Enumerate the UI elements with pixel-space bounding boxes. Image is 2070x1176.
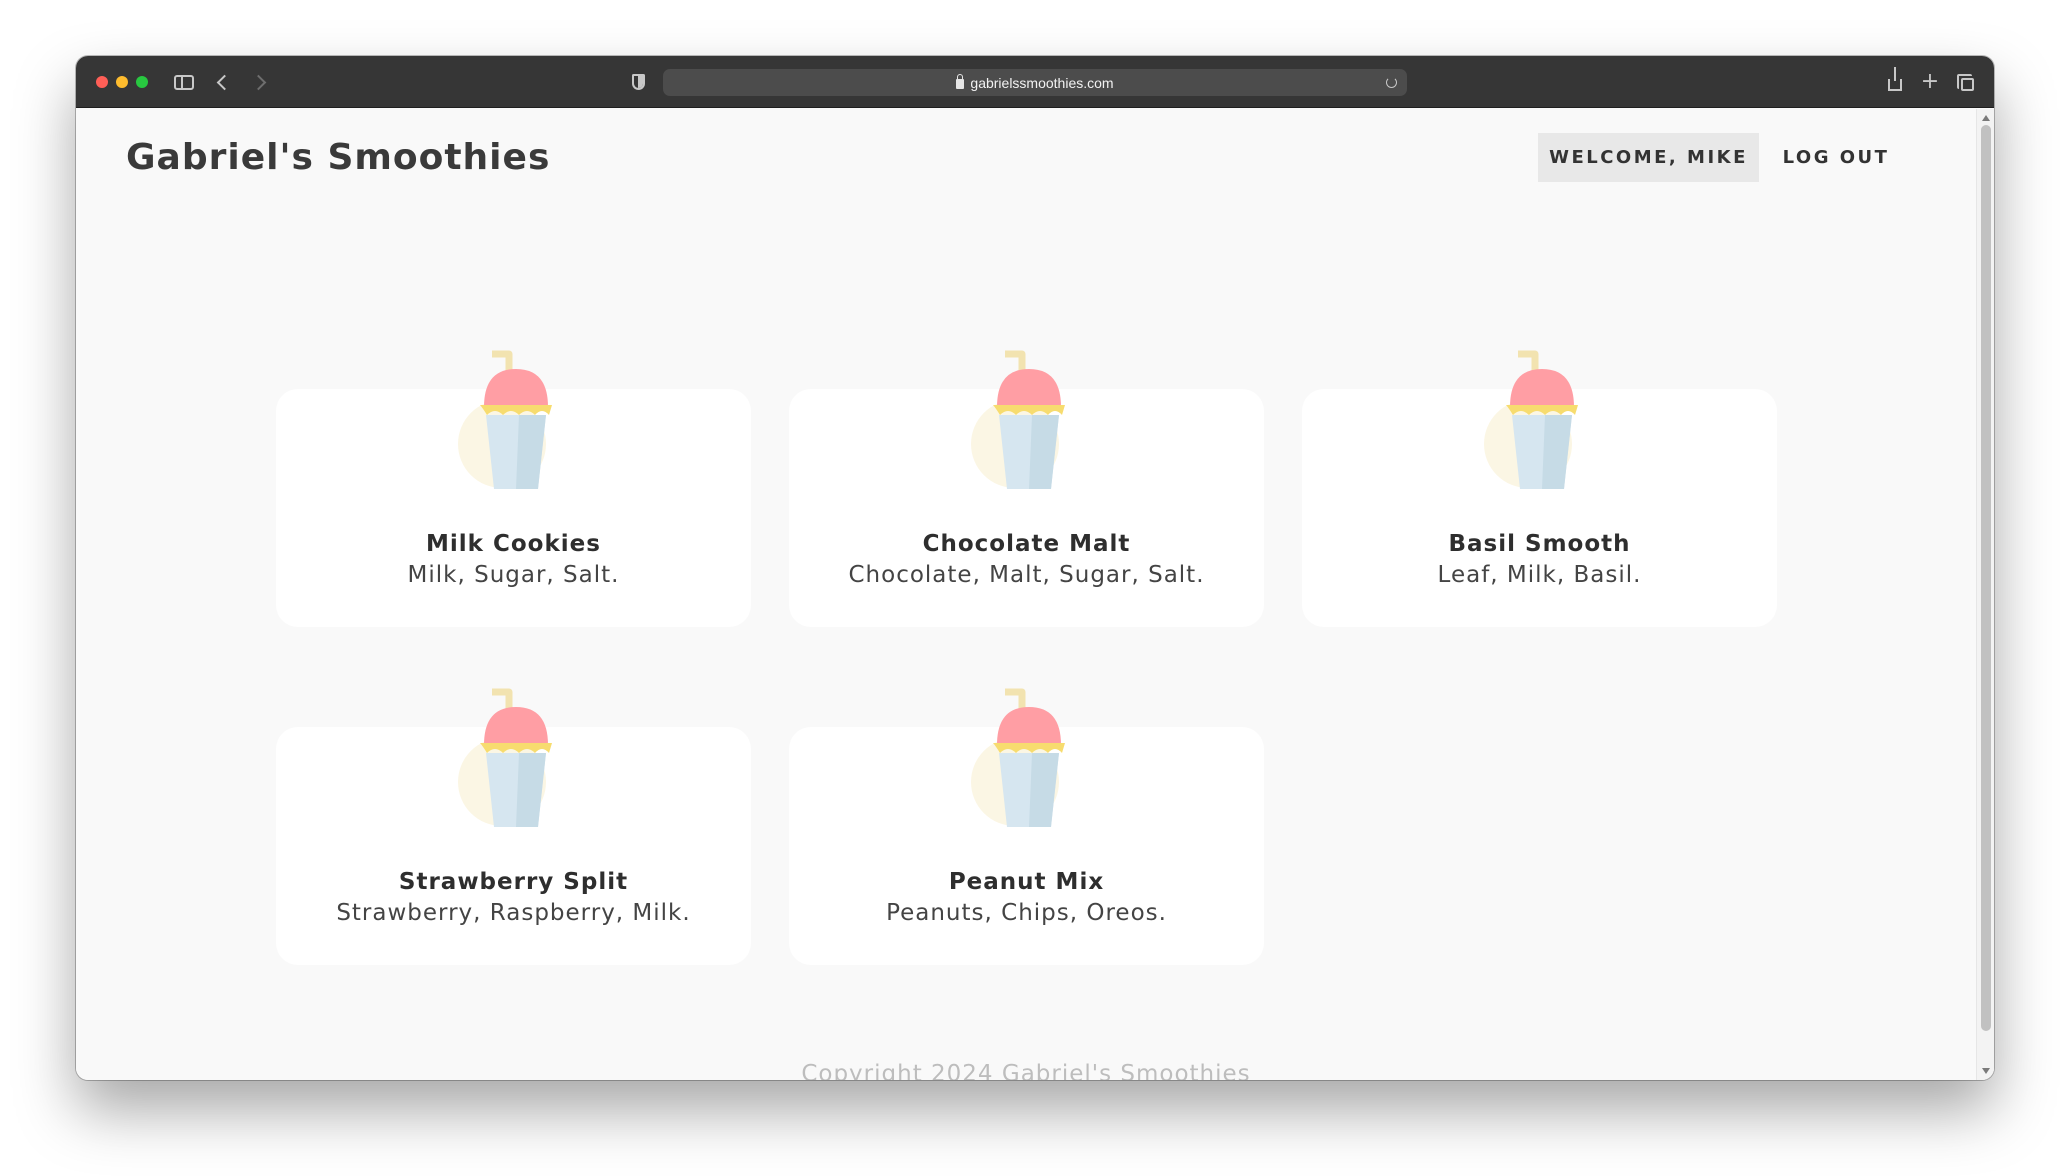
smoothie-ingredients: Leaf, Milk, Basil. <box>1437 562 1642 588</box>
site-title[interactable]: Gabriel's Smoothies <box>126 137 550 178</box>
close-window-button[interactable] <box>96 76 108 88</box>
smoothie-icon <box>971 688 1065 827</box>
footer-copyright: Copyright 2024 Gabriel's Smoothies <box>801 1061 1251 1080</box>
smoothie-name: Peanut Mix <box>948 869 1105 895</box>
browser-toolbar: gabrielssmoothies.com + <box>76 56 1994 108</box>
smoothie-name: Basil Smooth <box>1448 531 1631 557</box>
smoothie-card[interactable]: Chocolate Malt Chocolate, Malt, Sugar, S… <box>789 350 1264 627</box>
smoothie-card[interactable]: Strawberry Split Strawberry, Raspberry, … <box>276 688 751 965</box>
smoothie-card[interactable]: Basil Smooth Leaf, Milk, Basil. <box>1302 350 1777 627</box>
tabs-icon[interactable] <box>1954 70 1976 94</box>
share-icon[interactable] <box>1884 67 1906 94</box>
plus-icon[interactable]: + <box>1919 70 1941 94</box>
smoothie-icon <box>971 350 1065 489</box>
page-scrollbar[interactable] <box>1976 109 1994 1080</box>
scrollbar-thumb[interactable] <box>1981 125 1991 1031</box>
smoothie-icon <box>1484 350 1578 489</box>
reload-icon[interactable] <box>1383 74 1399 90</box>
smoothie-name: Strawberry Split <box>398 869 629 895</box>
welcome-button[interactable]: WELCOME, MIKE <box>1538 133 1759 182</box>
zoom-window-button[interactable] <box>136 76 148 88</box>
smoothie-ingredients: Peanuts, Chips, Oreos. <box>886 900 1167 926</box>
address-url: gabrielssmoothies.com <box>970 74 1114 91</box>
scroll-down-icon[interactable] <box>1982 1068 1990 1074</box>
smoothie-card[interactable]: Peanut Mix Peanuts, Chips, Oreos. <box>789 688 1264 965</box>
smoothie-name: Milk Cookies <box>426 531 601 557</box>
scroll-up-icon[interactable] <box>1982 115 1990 121</box>
smoothie-ingredients: Chocolate, Malt, Sugar, Salt. <box>848 562 1205 588</box>
browser-window: gabrielssmoothies.com + Gabriel's Smooth… <box>76 56 1994 1080</box>
smoothie-icon <box>458 688 552 827</box>
smoothie-card[interactable]: Milk Cookies Milk, Sugar, Salt. <box>276 350 751 627</box>
address-bar[interactable]: gabrielssmoothies.com <box>663 69 1407 96</box>
smoothie-ingredients: Strawberry, Raspberry, Milk. <box>336 900 691 926</box>
back-icon[interactable] <box>212 70 236 94</box>
forward-icon[interactable] <box>246 70 270 94</box>
smoothie-name: Chocolate Malt <box>922 531 1131 557</box>
logout-button[interactable]: LOG OUT <box>1776 133 1896 182</box>
shield-icon[interactable] <box>626 70 650 94</box>
lock-icon <box>956 74 965 89</box>
page-content: Gabriel's Smoothies WELCOME, MIKE LOG OU… <box>76 109 1994 1080</box>
minimize-window-button[interactable] <box>116 76 128 88</box>
smoothie-icon <box>458 350 552 489</box>
smoothie-ingredients: Milk, Sugar, Salt. <box>407 562 620 588</box>
sidebar-icon[interactable] <box>172 70 196 94</box>
